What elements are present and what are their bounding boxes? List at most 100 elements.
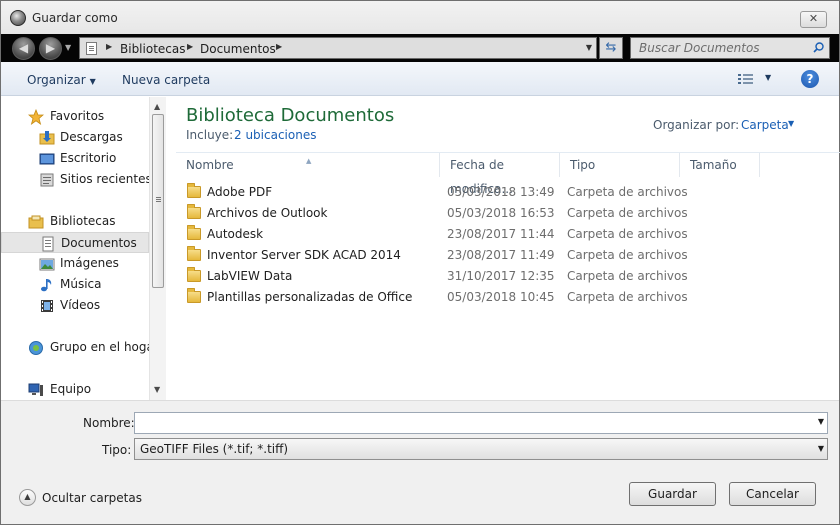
app-icon (10, 10, 26, 26)
folder-icon (187, 225, 201, 240)
column-header: Nombre ▲ Fecha de modifica... Tipo Tamañ… (176, 152, 840, 196)
file-name: Autodesk (207, 227, 264, 241)
filename-input[interactable] (135, 413, 805, 433)
breadcrumb-bibliotecas[interactable]: Bibliotecas (120, 42, 185, 56)
refresh-icon: ⇆ (605, 40, 617, 55)
back-button[interactable]: ◀ (12, 37, 35, 60)
nav-item-favoritos[interactable]: Favoritos (1, 106, 149, 127)
file-row[interactable]: LabVIEW Data 31/10/2017 12:35 Carpeta de… (176, 266, 836, 287)
column-header-date[interactable]: Fecha de modifica... (440, 153, 560, 196)
videos-icon (41, 300, 53, 312)
nav-item-label: Grupo en el hogar (50, 340, 159, 354)
file-type: Carpeta de archivos (567, 227, 688, 241)
close-button[interactable]: ✕ (800, 11, 827, 28)
file-type: Carpeta de archivos (567, 206, 688, 220)
save-as-dialog: Guardar como ✕ ◀ ▶ ▼ ▶ Bibliotecas ▶ Doc… (0, 0, 840, 525)
column-label: Tipo (570, 158, 596, 172)
file-date: 23/08/2017 11:49 (447, 248, 555, 262)
arrange-by-dropdown[interactable]: Carpeta (741, 118, 789, 132)
window-title: Guardar como (32, 11, 118, 25)
nav-item-equipo[interactable]: Equipo (1, 379, 149, 400)
cancel-button[interactable]: Cancelar (729, 482, 816, 506)
chevron-down-icon: ▼ (765, 73, 772, 82)
breadcrumb-chevron-icon[interactable]: ▶ (106, 42, 112, 51)
column-header-size[interactable]: Tamaño (680, 153, 760, 177)
folder-icon (187, 267, 201, 282)
file-name: Adobe PDF (207, 185, 273, 199)
nav-item-musica[interactable]: Música (1, 274, 149, 295)
save-options-panel: Nombre: ▼ Tipo: GeoTIFF Files (*.tif; *.… (1, 400, 839, 524)
nav-item-descargas[interactable]: Descargas (1, 127, 149, 148)
nav-item-escritorio[interactable]: Escritorio (1, 148, 149, 169)
nav-item-label: Sitios recientes (60, 172, 152, 186)
scroll-up-icon[interactable]: ▲ (154, 102, 160, 111)
scroll-down-icon[interactable]: ▼ (154, 385, 160, 394)
search-box[interactable] (630, 37, 830, 59)
chevron-up-icon: ▲ (19, 489, 36, 506)
nav-item-bibliotecas[interactable]: Bibliotecas (1, 211, 149, 232)
nav-item-imagenes[interactable]: Imágenes (1, 253, 149, 274)
hide-folders-label: Ocultar carpetas (42, 491, 142, 505)
nav-scrollbar[interactable]: ▲ ▼ (149, 97, 166, 400)
file-row[interactable]: Adobe PDF 05/03/2018 13:49 Carpeta de ar… (176, 182, 836, 203)
music-icon (41, 279, 52, 292)
file-type: Carpeta de archivos (567, 185, 688, 199)
file-row[interactable]: Autodesk 23/08/2017 11:44 Carpeta de arc… (176, 224, 836, 245)
refresh-button[interactable]: ⇆ (599, 37, 623, 59)
nav-item-grupo-en-el-hogar[interactable]: Grupo en el hogar (1, 337, 159, 358)
scrollbar-thumb[interactable] (152, 114, 164, 288)
nav-item-label: Escritorio (60, 151, 117, 165)
nav-item-documentos[interactable]: Documentos (1, 232, 149, 253)
forward-button[interactable]: ▶ (39, 37, 62, 60)
recent-places-icon (40, 173, 54, 187)
folder-icon (187, 246, 201, 261)
chevron-down-icon: ▼ (817, 444, 824, 453)
file-date: 05/03/2018 13:49 (447, 185, 555, 199)
help-button[interactable]: ? (801, 70, 819, 88)
change-view-button[interactable]: ▼ (738, 73, 778, 87)
documents-icon (42, 236, 54, 252)
nav-item-videos[interactable]: Vídeos (1, 295, 149, 316)
filename-combobox[interactable]: ▼ (134, 412, 828, 434)
address-dropdown-icon[interactable]: ▼ (586, 43, 592, 52)
chevron-down-icon[interactable]: ▼ (818, 417, 824, 426)
nav-item-label: Documentos (61, 236, 137, 250)
command-toolbar: Organizar ▼ Nueva carpeta ▼ ? (1, 62, 839, 96)
column-label: Tamaño (690, 158, 737, 172)
file-row[interactable]: Inventor Server SDK ACAD 2014 23/08/2017… (176, 245, 836, 266)
new-folder-button[interactable]: Nueva carpeta (122, 73, 210, 87)
nav-item-sitios-recientes[interactable]: Sitios recientes (1, 169, 152, 190)
organize-label: Organizar (27, 73, 86, 87)
file-name: Archivos de Outlook (207, 206, 328, 220)
file-row[interactable]: Plantillas personalizadas de Office 05/0… (176, 287, 836, 308)
file-date: 31/10/2017 12:35 (447, 269, 555, 283)
column-header-type[interactable]: Tipo (560, 153, 680, 177)
folder-icon (187, 288, 201, 303)
breadcrumb-chevron-icon[interactable]: ▶ (276, 42, 282, 51)
computer-icon (28, 383, 43, 396)
arrow-right-icon: ▶ (45, 41, 56, 55)
column-label: Nombre (186, 158, 234, 172)
filename-label: Nombre: (83, 416, 135, 430)
help-icon: ? (806, 72, 814, 86)
organize-menu-button[interactable]: Organizar ▼ (27, 73, 96, 87)
save-button[interactable]: Guardar (629, 482, 716, 506)
breadcrumb-chevron-icon[interactable]: ▶ (187, 42, 193, 51)
file-name: LabVIEW Data (207, 269, 293, 283)
file-date: 05/03/2018 10:45 (447, 290, 555, 304)
recent-locations-dropdown[interactable]: ▼ (65, 43, 71, 52)
address-bar[interactable]: ▶ Bibliotecas ▶ Documentos ▶ ▼ (79, 37, 597, 59)
column-header-name[interactable]: Nombre ▲ (176, 153, 440, 177)
chevron-down-icon[interactable]: ▼ (788, 119, 794, 128)
file-date: 23/08/2017 11:44 (447, 227, 555, 241)
arrow-left-icon: ◀ (18, 41, 29, 55)
search-icon[interactable] (813, 42, 824, 53)
file-row[interactable]: Archivos de Outlook 05/03/2018 16:53 Car… (176, 203, 836, 224)
libraries-icon (28, 215, 44, 229)
search-input[interactable] (631, 38, 807, 58)
file-type-select[interactable]: GeoTIFF Files (*.tif; *.tiff) ▼ (134, 438, 828, 460)
star-icon (28, 109, 44, 125)
breadcrumb-documentos[interactable]: Documentos (200, 42, 276, 56)
includes-locations-link[interactable]: 2 ubicaciones (234, 128, 316, 142)
nav-item-label: Favoritos (50, 109, 105, 123)
